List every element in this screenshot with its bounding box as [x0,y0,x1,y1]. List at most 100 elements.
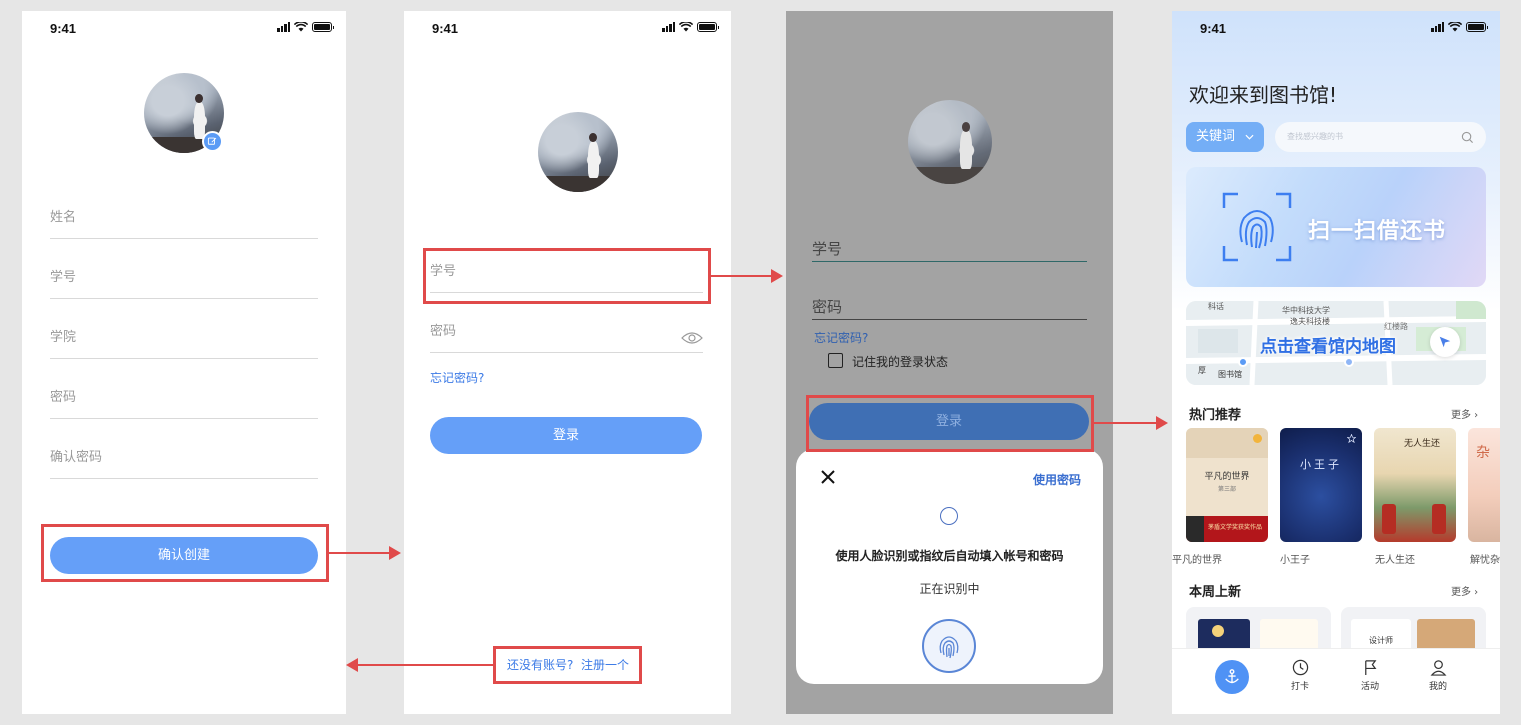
battery-icon [697,22,719,32]
tab-profile[interactable]: 我的 [1418,659,1458,692]
highlight-student-id-field [423,248,711,304]
status-time: 9:41 [1200,21,1227,36]
edit-avatar-icon[interactable] [202,131,223,152]
home-anchor-icon [1225,669,1239,684]
library-map-banner[interactable]: 科话 华中科技大学 逸夫科技楼 红楼路 图书馆 厚 点击查看馆内地图 [1186,301,1486,385]
forgot-password-link[interactable]: 忘记密码? [430,369,484,386]
book-title[interactable]: 无人生还 [1375,551,1415,566]
navigate-arrow-icon [1439,336,1451,348]
status-time: 9:41 [432,21,459,36]
map-label: 逸夫科技楼 [1290,317,1330,326]
new-book-title: 设计师 [1369,636,1393,645]
status-bar: 9:41 [22,19,346,39]
fingerprint-button[interactable] [922,619,976,673]
clock-icon [1292,659,1308,676]
new-more-link[interactable]: 更多 › [1451,583,1478,598]
map-label: 科话 [1208,302,1224,311]
status-bar: 9:41 [1172,19,1500,39]
wifi-icon [1448,22,1462,32]
map-label: 厚 [1198,366,1206,375]
password-field[interactable]: 密码 [50,359,318,419]
keyword-select[interactable]: 关键词 [1186,122,1264,152]
book-cover-band: 茅盾文学奖获奖作品 [1208,524,1263,531]
hot-more-link[interactable]: 更多 › [1451,406,1478,421]
scan-frame-icon [1222,192,1292,262]
login-screen: 9:41 学号 密码 忘记密码? 登录 还没有账号? 注册一个 [404,11,731,714]
student-id-field[interactable]: 学号 [50,239,318,299]
close-icon[interactable] [820,469,836,485]
confirm-password-field[interactable]: 确认密码 [50,419,318,479]
book-cover-title: 无人生还 [1404,439,1441,449]
register-screen: 9:41 姓名 学号 学院 密码 确认密码 确认创建 [22,11,346,714]
remember-label: 记住我的登录状态 [852,355,949,369]
battery-icon [312,22,334,32]
battery-icon [1466,22,1488,32]
remember-checkbox[interactable] [828,353,843,368]
library-pin-icon [1238,357,1248,367]
tab-activity[interactable]: 活动 [1350,659,1390,692]
map-banner-text: 点击查看馆内地图 [1260,337,1396,357]
highlight-register-link [493,646,642,684]
search-icon[interactable] [1461,131,1474,144]
book-title[interactable]: 解忧杂 [1470,551,1500,566]
signal-icon [1431,22,1444,32]
recognition-status: 正在识别中 [919,582,980,596]
bookmark-icon[interactable] [1253,434,1262,443]
book-title[interactable]: 平凡的世界 [1172,551,1222,566]
arrow-register-to-login [329,546,401,560]
wifi-icon [679,22,693,32]
new-section-title: 本周上新 [1189,585,1242,600]
eye-icon[interactable] [681,331,703,345]
avatar [538,112,618,192]
signal-icon [277,22,290,32]
search-input[interactable]: 查找感兴趣的书 [1275,122,1486,152]
status-time: 9:41 [50,21,77,36]
arrow-login-to-biometric [711,269,783,283]
book-cover-title: 平凡的世界 [1204,472,1250,482]
map-label: 华中科技大学 [1282,306,1330,315]
biometric-login-screen: 学号 密码 忘记密码? 记住我的登录状态 登录 使用密码 使用人脸识别或指纹后自… [786,11,1113,714]
location-pin-icon [1344,357,1354,367]
scan-borrow-banner[interactable]: 扫一扫借还书 [1186,167,1486,287]
book-cover[interactable]: 杂 [1468,428,1500,542]
avatar [908,100,992,184]
map-label: 图书馆 [1218,370,1242,379]
student-id-field[interactable]: 学号 [812,222,1087,262]
signal-icon [662,22,675,32]
book-cover-title: 杂 [1476,445,1490,461]
book-cover[interactable]: 无人生还 [1374,428,1456,542]
book-cover-subtitle: 第三部 [1217,486,1236,493]
home-screen: 9:41 欢迎来到图书馆! 关键词 查找感兴趣的书 扫一扫借还书 科话 华中科技… [1172,11,1500,714]
tab-home[interactable] [1215,660,1249,694]
bottom-tab-bar: 打卡 活动 我的 [1172,648,1500,714]
use-password-button[interactable]: 使用密码 [1033,471,1081,488]
navigate-button[interactable] [1430,327,1460,357]
biometric-message: 使用人脸识别或指纹后自动填入帐号和密码 [835,549,1064,563]
book-title[interactable]: 小王子 [1280,551,1310,566]
login-button[interactable]: 登录 [430,417,702,454]
scan-banner-text: 扫一扫借还书 [1308,219,1447,244]
user-icon [1430,660,1446,676]
chevron-down-icon [1245,134,1254,140]
highlight-login-button [806,395,1094,452]
book-cover[interactable]: 小王子 [1280,428,1362,542]
status-bar: 9:41 [404,19,731,39]
map-label: 红楼路 [1384,322,1408,331]
flag-icon [1364,660,1376,676]
forgot-password-link[interactable]: 忘记密码? [814,329,868,346]
wifi-icon [294,22,308,32]
hot-section-title: 热门推荐 [1189,408,1242,423]
arrow-login-to-home [1094,416,1168,430]
book-cover-title: 小王子 [1300,458,1342,471]
welcome-title: 欢迎来到图书馆! [1189,83,1338,107]
highlight-confirm-button [41,524,329,582]
arrow-register-link-to-register [346,658,493,672]
name-field[interactable]: 姓名 [50,179,318,239]
fingerprint-icon [939,636,959,659]
star-icon [1347,434,1356,443]
password-field[interactable]: 密码 [812,280,1087,320]
face-id-indicator-icon [940,507,958,525]
college-field[interactable]: 学院 [50,299,318,359]
book-cover[interactable]: 平凡的世界 第三部 茅盾文学奖获奖作品 [1186,428,1268,542]
tab-checkin[interactable]: 打卡 [1280,659,1320,692]
